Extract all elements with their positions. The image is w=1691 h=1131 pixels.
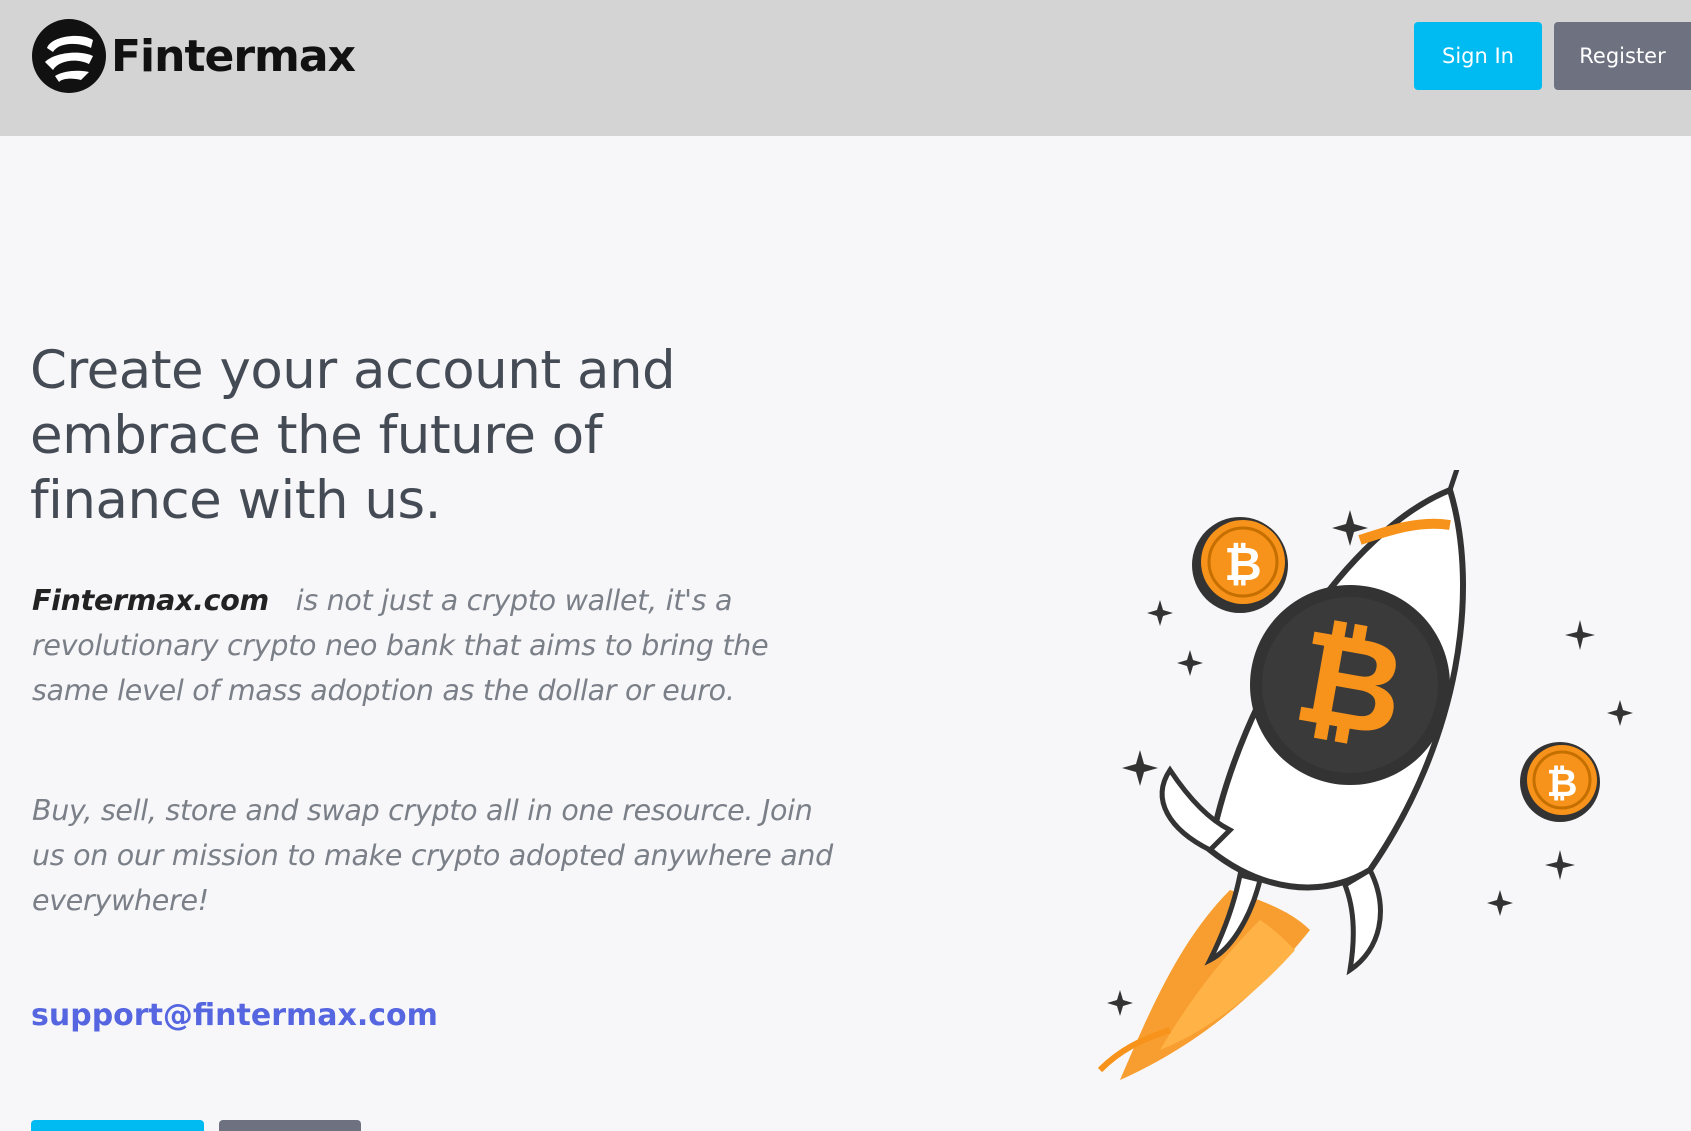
bitcoin-coin-icon: ₿ — [1192, 517, 1288, 613]
hero-title: Create your account and embrace the futu… — [30, 340, 676, 531]
top-header: Fintermax Sign In Register — [0, 0, 1691, 136]
bitcoin-coin-small-icon: ₿ — [1520, 742, 1600, 822]
hero-description: Fintermax.com is not just a crypto walle… — [32, 578, 852, 713]
rocket-flame — [1097, 890, 1310, 1080]
fintermax-logo-icon — [32, 19, 106, 93]
register-button[interactable]: Register — [1554, 22, 1691, 90]
svg-text:₿: ₿ — [1547, 761, 1578, 805]
secondary-cta-button[interactable] — [219, 1120, 361, 1131]
brand-name: Fintermax — [111, 30, 356, 82]
sign-in-button[interactable]: Sign In — [1414, 22, 1542, 90]
svg-text:₿: ₿ — [1224, 537, 1262, 591]
brand-domain: Fintermax.com — [32, 584, 269, 617]
hero-mission-text: Buy, sell, store and swap crypto all in … — [32, 794, 833, 917]
primary-cta-button[interactable] — [31, 1120, 204, 1131]
rocket-bitcoin-illustration: ₿ ₿ ₿ — [1097, 470, 1633, 1080]
brand-logo[interactable]: Fintermax — [31, 18, 356, 94]
support-email-link[interactable]: support@fintermax.com — [31, 998, 438, 1033]
